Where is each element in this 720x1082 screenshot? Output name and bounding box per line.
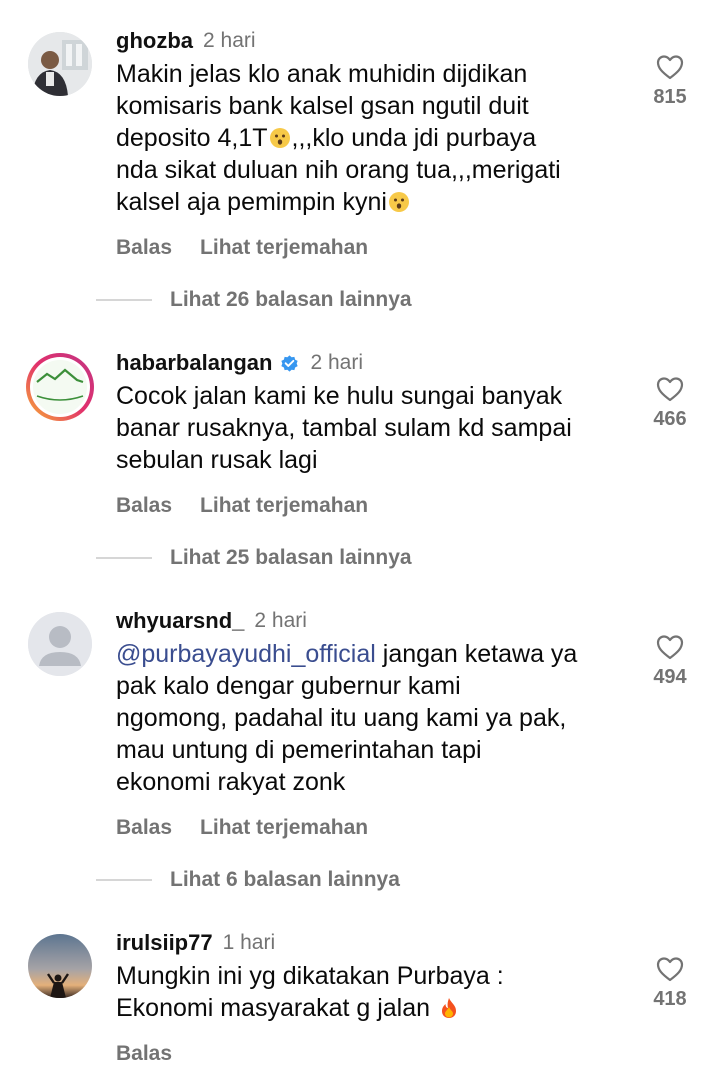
comment-actions: Balas Lihat terjemahan — [116, 816, 368, 840]
like-button[interactable]: 815 — [640, 54, 700, 109]
mention-link[interactable]: @purbayayudhi_official — [116, 640, 376, 668]
heart-outline-icon[interactable] — [656, 634, 684, 660]
comment-actions: Balas Lihat terjemahan — [116, 494, 368, 518]
like-button[interactable]: 466 — [640, 376, 700, 431]
comment-line: ekonomi rakyat zonk — [116, 768, 346, 796]
comment-line: deposito 4,1T — [116, 124, 268, 152]
like-count: 494 — [653, 666, 687, 688]
heart-outline-icon[interactable] — [656, 376, 684, 402]
comment-text: Makin jelas klo anak muhidin dijdikan ko… — [116, 58, 636, 218]
fire-emoji — [441, 998, 456, 1018]
comment-username[interactable]: irulsiip77 — [116, 930, 213, 956]
reply-button[interactable]: Balas — [116, 236, 172, 260]
reply-button[interactable]: Balas — [116, 494, 172, 518]
replies-divider — [96, 879, 152, 881]
comment-line: ,,,klo unda jdi purbaya — [291, 124, 537, 152]
comment-body: habarbalangan 2 hari Cocok jalan kami ke… — [116, 346, 636, 476]
comment-body: whyuarsnd_ 2 hari @purbayayudhi_official… — [116, 604, 636, 798]
comment-body: ghozba 2 hari Makin jelas klo anak muhid… — [116, 24, 636, 218]
comment-time: 2 hari — [310, 351, 364, 374]
comment-line: mau untung di pemerintahan tapi — [116, 736, 482, 764]
view-replies-label[interactable]: Lihat 6 balasan lainnya — [170, 868, 400, 892]
comment-time: 2 hari — [203, 29, 256, 52]
like-count: 466 — [653, 408, 687, 430]
comment-username[interactable]: habarbalangan — [116, 350, 272, 376]
comment-line: pak kalo dengar gubernur kami — [116, 672, 461, 700]
see-translation-button[interactable]: Lihat terjemahan — [200, 816, 368, 840]
view-replies-button[interactable]: Lihat 6 balasan lainnya — [96, 868, 400, 892]
avatar[interactable] — [28, 934, 92, 998]
comment-line: ngomong, padahal itu uang kami ya pak, — [116, 704, 567, 732]
comment-line: komisaris bank kalsel gsan ngutil duit — [116, 92, 529, 120]
avatar[interactable] — [25, 352, 95, 422]
like-button[interactable]: 418 — [640, 956, 700, 1011]
hushed-face-emoji — [388, 192, 409, 212]
view-replies-button[interactable]: Lihat 26 balasan lainnya — [96, 288, 412, 312]
comment-line: nda sikat duluan nih orang tua,,,merigat… — [116, 156, 561, 184]
comment-line: sebulan rusak lagi — [116, 446, 318, 474]
like-button[interactable]: 494 — [640, 634, 700, 689]
comment-text: Mungkin ini yg dikatakan Purbaya : Ekono… — [116, 960, 636, 1024]
comment-username[interactable]: whyuarsnd_ — [116, 608, 244, 634]
comment-time: 1 hari — [222, 931, 276, 954]
replies-divider — [96, 299, 152, 301]
avatar[interactable] — [28, 32, 92, 96]
comment-username[interactable]: ghozba — [116, 28, 193, 54]
comment-text: Cocok jalan kami ke hulu sungai banyak b… — [116, 380, 636, 476]
heart-outline-icon[interactable] — [656, 956, 684, 982]
comment-line: jangan ketawa ya — [375, 640, 578, 668]
avatar[interactable] — [28, 612, 92, 676]
comment-line: Mungkin ini yg dikatakan Purbaya : — [116, 962, 504, 990]
comment-actions: Balas Lihat terjemahan — [116, 236, 368, 260]
hushed-face-emoji — [269, 128, 290, 148]
comment-line: Cocok jalan kami ke hulu sungai banyak — [116, 382, 563, 410]
verified-badge-icon — [281, 354, 299, 372]
view-replies-button[interactable]: Lihat 25 balasan lainnya — [96, 546, 412, 570]
comment-line: kalsel aja pemimpin kyni — [116, 188, 387, 216]
see-translation-button[interactable]: Lihat terjemahan — [200, 236, 368, 260]
replies-divider — [96, 557, 152, 559]
comment-line: Makin jelas klo anak muhidin dijdikan — [116, 60, 528, 88]
comment-actions: Balas — [116, 1042, 172, 1066]
like-count: 815 — [653, 86, 687, 108]
comment-text: @purbayayudhi_official jangan ketawa ya … — [116, 638, 636, 798]
view-replies-label[interactable]: Lihat 26 balasan lainnya — [170, 288, 412, 312]
see-translation-button[interactable]: Lihat terjemahan — [200, 494, 368, 518]
reply-button[interactable]: Balas — [116, 816, 172, 840]
like-count: 418 — [653, 988, 687, 1010]
view-replies-label[interactable]: Lihat 25 balasan lainnya — [170, 546, 412, 570]
reply-button[interactable]: Balas — [116, 1042, 172, 1066]
comment-time: 2 hari — [254, 609, 307, 632]
comment-body: irulsiip77 1 hari Mungkin ini yg dikatak… — [116, 926, 636, 1024]
comment-line: banar rusaknya, tambal sulam kd sampai — [116, 414, 572, 442]
comment-line: Ekonomi masyarakat g jalan — [116, 994, 437, 1022]
heart-outline-icon[interactable] — [656, 54, 684, 80]
